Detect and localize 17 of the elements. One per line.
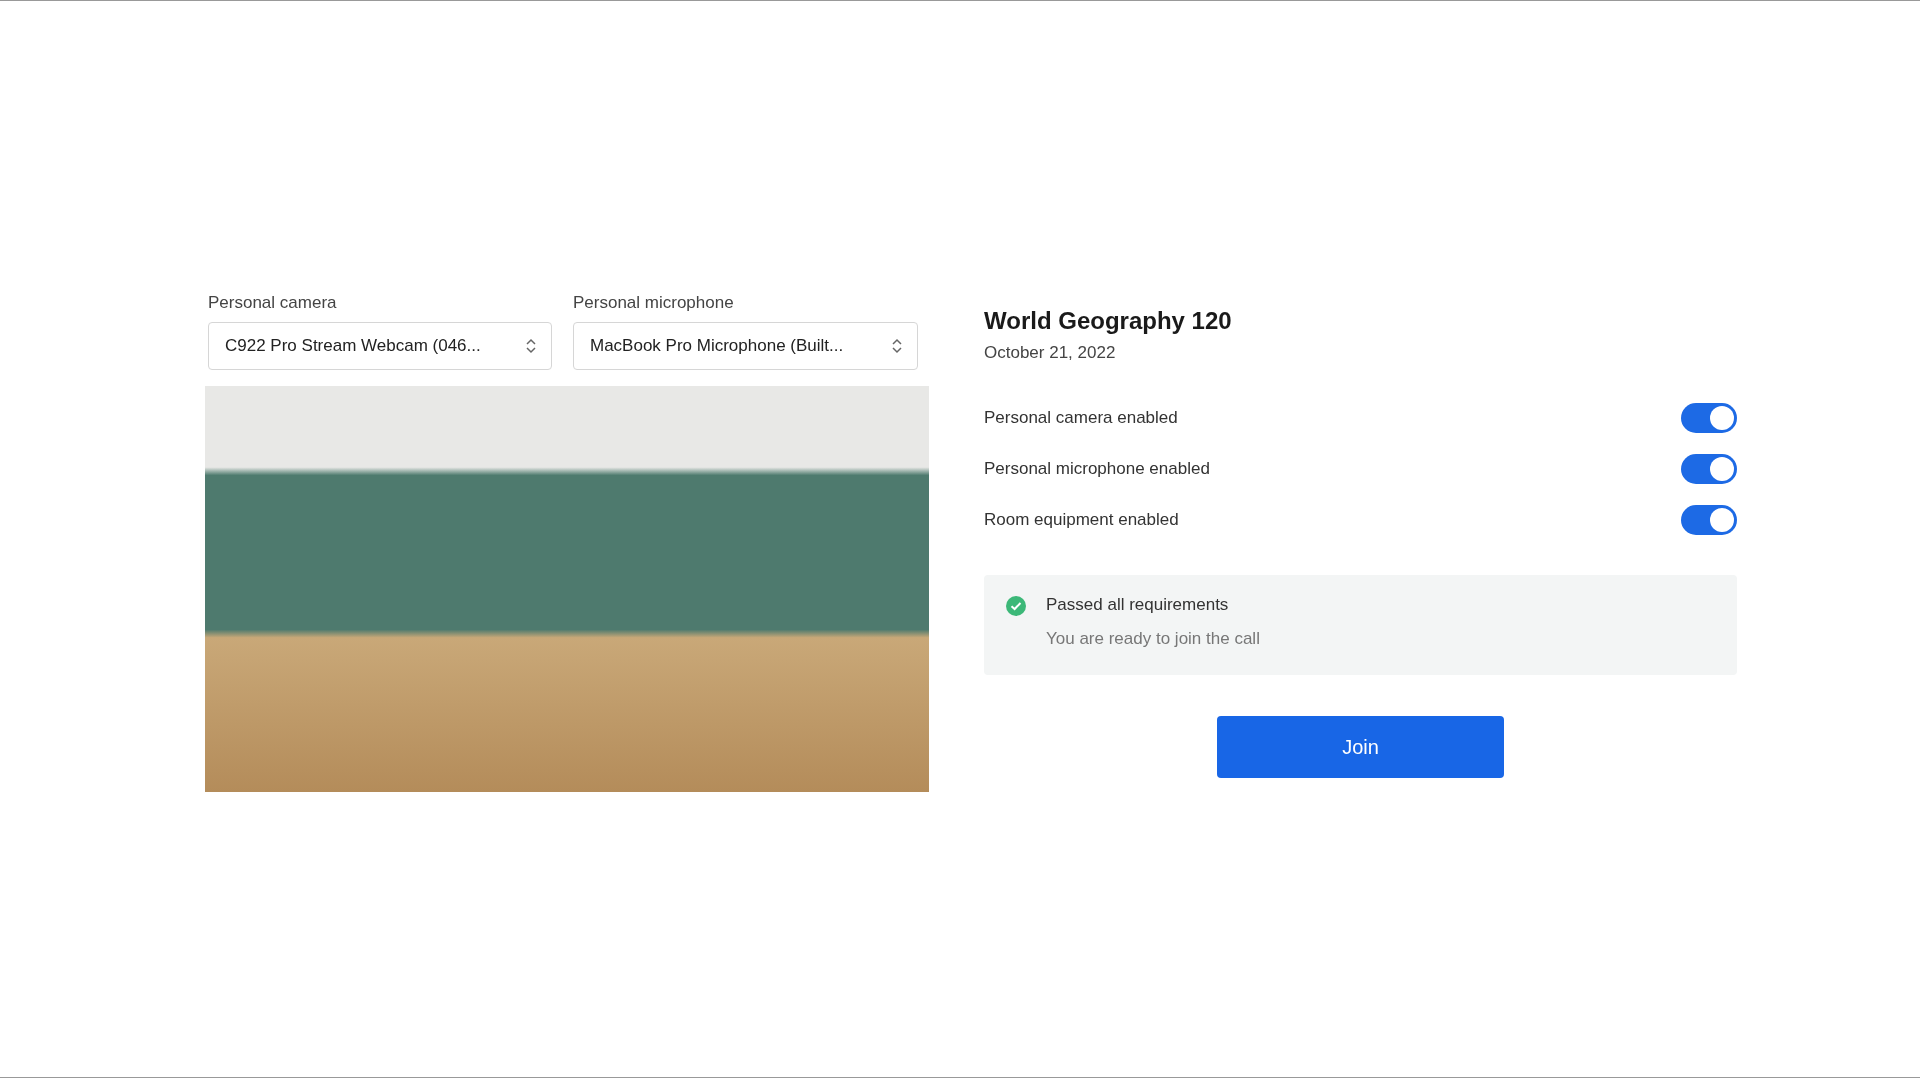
meeting-date: October 21, 2022	[984, 343, 1117, 363]
field-label: Personal microphone	[573, 293, 735, 313]
toggle-label: Personal camera enabled	[984, 408, 1178, 428]
meeting-title: World Geography 120	[984, 307, 1233, 335]
status-message: You are ready to join the call	[1046, 629, 1260, 649]
chevron-up-down-icon	[892, 338, 902, 354]
join-button[interactable]: Join	[1217, 716, 1504, 778]
chevron-up-down-icon	[526, 338, 536, 354]
field-label: Personal camera	[208, 293, 338, 313]
toggle-switch[interactable]	[1681, 454, 1737, 484]
toggle-switch[interactable]	[1681, 403, 1737, 433]
device-dropdown[interactable]: MacBook Pro Microphone (Built...	[573, 322, 918, 370]
toggle-label: Personal microphone enabled	[984, 459, 1210, 479]
toggle-label: Room equipment enabled	[984, 510, 1179, 530]
status-title: Passed all requirements	[1046, 595, 1230, 615]
toggle-switch[interactable]	[1681, 505, 1737, 535]
device-dropdown[interactable]: C922 Pro Stream Webcam (046...	[208, 322, 552, 370]
